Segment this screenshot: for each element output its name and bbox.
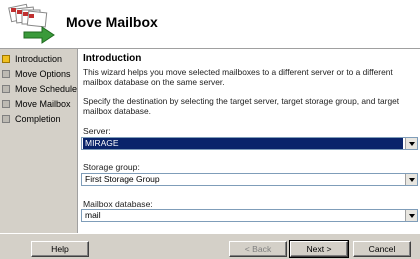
step-label: Move Mailbox (15, 99, 71, 109)
storage-group-select[interactable]: First Storage Group (81, 173, 418, 186)
server-label: Server: (83, 126, 111, 136)
wizard-content: Introduction This wizard helps you move … (77, 49, 420, 233)
pending-step-icon (2, 85, 10, 93)
step-label: Move Options (15, 69, 71, 79)
back-button[interactable]: < Back (229, 241, 287, 257)
chevron-down-icon[interactable] (405, 138, 417, 149)
step-introduction: Introduction (2, 52, 62, 66)
pending-step-icon (2, 70, 10, 78)
wizard-header: Move Mailbox (0, 0, 420, 49)
wizard-title: Move Mailbox (66, 14, 158, 30)
step-label: Completion (15, 114, 61, 124)
help-button[interactable]: Help (31, 241, 89, 257)
next-button[interactable]: Next > (289, 240, 349, 258)
move-mailbox-wizard-icon (8, 3, 55, 44)
instruction-text: Specify the destination by selecting the… (83, 96, 400, 116)
server-value: MIRAGE (83, 138, 403, 149)
step-move-options: Move Options (2, 67, 71, 81)
step-completion: Completion (2, 112, 61, 126)
section-title: Introduction (83, 53, 142, 64)
step-move-schedule: Move Schedule (2, 82, 77, 96)
pending-step-icon (2, 115, 10, 123)
mailbox-database-label: Mailbox database: (83, 199, 153, 209)
storage-group-label: Storage group: (83, 162, 140, 172)
intro-text: This wizard helps you move selected mail… (83, 67, 393, 87)
wizard-steps-panel: Introduction Move Options Move Schedule … (0, 49, 77, 233)
step-label: Introduction (15, 54, 63, 64)
wizard-footer: Help < Back Next > Cancel (0, 233, 420, 259)
mailbox-database-value: mail (85, 210, 101, 220)
server-select[interactable]: MIRAGE (81, 137, 418, 150)
chevron-down-icon[interactable] (405, 174, 417, 185)
storage-group-value: First Storage Group (85, 174, 160, 184)
step-move-mailbox: Move Mailbox (2, 97, 71, 111)
step-label: Move Schedule (15, 84, 78, 94)
chevron-down-icon[interactable] (405, 210, 417, 221)
pending-step-icon (2, 100, 10, 108)
move-mailbox-wizard: Move Mailbox Introduction Move Options M… (0, 0, 420, 259)
mailbox-database-select[interactable]: mail (81, 209, 418, 222)
cancel-button[interactable]: Cancel (353, 241, 411, 257)
current-step-icon (2, 55, 10, 63)
